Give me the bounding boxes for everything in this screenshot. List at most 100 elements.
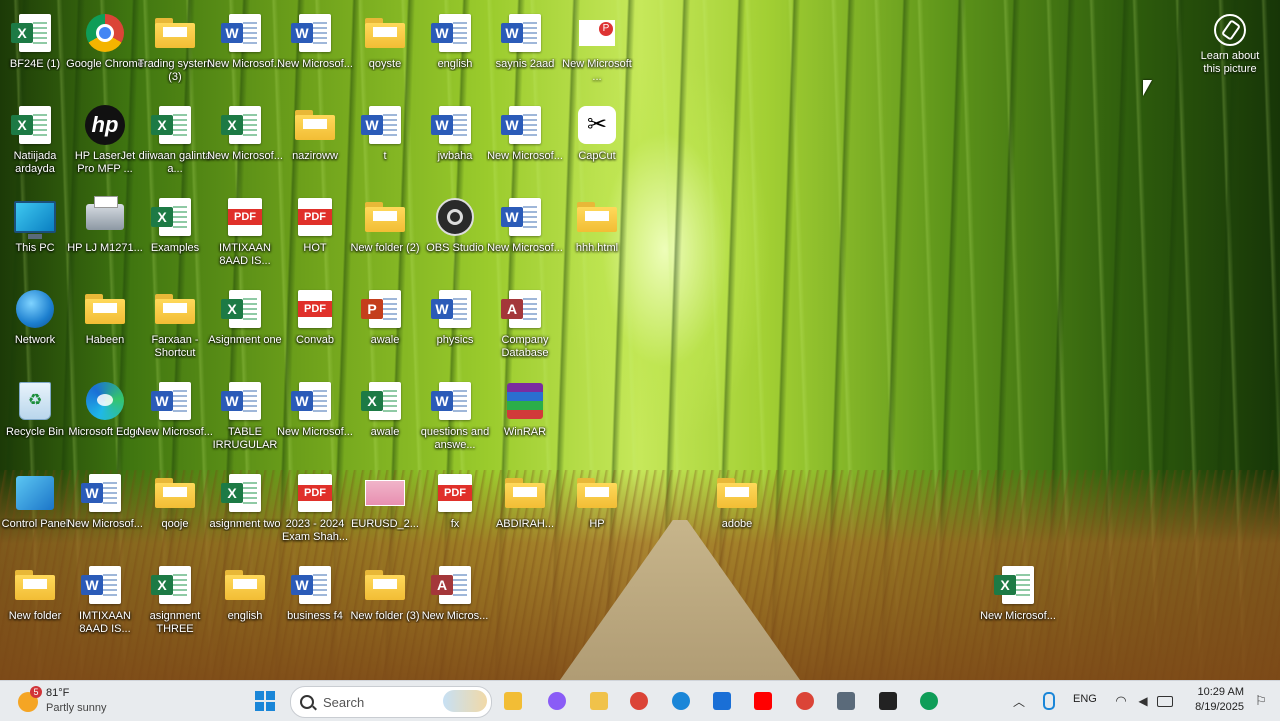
taskbar-chrome-2-button[interactable] [790,686,820,716]
taskbar-settings-button[interactable] [831,686,861,716]
desktop-icon[interactable]: Wenglish [420,6,490,94]
desktop-icon[interactable]: Habeen [70,282,140,370]
desktop-icon[interactable]: EURUSD_2... [350,466,420,554]
desktop-icon[interactable]: X Natiijada ardayda [0,98,70,186]
imgfile-icon [364,472,406,514]
desktop-icon[interactable]: New folder (2) [350,190,420,278]
desktop-icon[interactable]: PDF 2023 - 2024 Exam Shah... [280,466,350,554]
taskbar-explorer-button[interactable] [584,686,614,716]
start-button[interactable] [250,686,280,716]
taskbar-search[interactable]: Search [290,686,492,718]
desktop-icon[interactable]: HP LJ M1271... [67,190,143,278]
battery-button[interactable] [1150,686,1180,716]
language-indicator[interactable]: ENG [1073,693,1097,705]
desktop-icon[interactable]: PDF HOT [280,190,350,278]
desktop-icon[interactable]: A New Micros... [420,558,490,646]
taskbar: 5 81°F Partly sunny Search ︿ ENG ◠ ◀ 10:… [0,680,1280,721]
weather-alert-badge: 5 [30,686,42,698]
desktop-icon-label: New Micros... [421,610,489,622]
taskbar-edge-button[interactable] [666,686,696,716]
desktop-icon[interactable]: Google Chrome [66,6,144,94]
show-hidden-icons-button[interactable]: ︿ [1004,686,1034,716]
desktop-icon-label: awale [370,426,400,438]
desktop-icon[interactable]: hhh.html [562,190,632,278]
desktop-icon[interactable]: A Company Database [490,282,560,370]
desktop-icon[interactable]: qoyste [350,6,420,94]
desktop-icon[interactable]: OBS Studio [420,190,490,278]
taskbar-capcut-red-button[interactable] [873,686,903,716]
desktop-icon[interactable]: qooje [140,466,210,554]
desktop-icon[interactable]: Wbusiness f4 [280,558,350,646]
desktop-icon[interactable]: X Examples [140,190,210,278]
newfile-p-icon [576,12,618,54]
clock[interactable]: 10:29 AM 8/19/2025 [1180,685,1244,715]
desktop-icon[interactable]: ✂ CapCut [562,98,632,186]
desktop-icon[interactable]: Wquestions and answe... [420,374,490,462]
desktop-icon[interactable]: Xawale [350,374,420,462]
desktop-icon[interactable]: New folder (3) [350,558,420,646]
desktop-icon[interactable]: naziroww [280,98,350,186]
desktop-icon[interactable]: Xasignment two [210,466,280,554]
desktop-icon[interactable]: Trading system (3) [138,6,212,94]
desktop-icon[interactable]: HP [562,466,632,554]
desktop-icon[interactable]: PDF fx [420,466,490,554]
desktop-icon[interactable]: ABDIRAH... [490,466,560,554]
taskbar-copilot-button[interactable] [542,686,572,716]
desktop-icon[interactable]: Farxaan - Shortcut [140,282,210,370]
excel-icon: X [221,472,266,514]
desktop-icon[interactable]: Xasignment THREE [140,558,210,646]
folder-icon [576,472,618,514]
desktop-icon[interactable]: PDF Convab [280,282,350,370]
desktop-icon[interactable]: W IMTIXAAN 8AAD IS... [70,558,140,646]
desktop-icon[interactable]: english [210,558,280,646]
desktop-icon[interactable]: W New Microsof... [487,98,563,186]
desktop-icon[interactable]: adobe [702,466,772,554]
desktop-icon[interactable]: WinRAR [490,374,560,462]
folder-icon [84,288,126,330]
desktop-icon[interactable]: W New Microsof... [487,190,563,278]
desktop-icon[interactable]: Microsoft Edge [68,374,142,462]
desktop-icon[interactable]: W New Microsof... [207,6,283,94]
access-icon: A [501,288,546,330]
pdf-icon: PDF [294,196,336,238]
desktop-icon[interactable]: New folder [0,558,70,646]
desktop-icon[interactable]: Wphysics [420,282,490,370]
desktop-icon[interactable]: PDF IMTIXAAN 8AAD IS... [210,190,280,278]
desktop-icon[interactable]: Control Panel [0,466,70,554]
mouse-cursor-icon [1143,80,1152,96]
desktop-icon[interactable]: Wsaynis 2aad [490,6,560,94]
desktop-icon-label: asignment THREE [149,610,201,635]
desktop-icon[interactable]: Pawale [350,282,420,370]
pdf-icon: PDF [294,472,336,514]
desktop-icon[interactable]: W New Microsof... [277,6,353,94]
desktop-icon[interactable]: W TABLE IRRUGULAR [210,374,280,462]
pdf-icon: PDF [224,196,266,238]
taskbar-file-explorer-button[interactable] [498,686,528,716]
weather-widget[interactable]: 5 81°F Partly sunny [18,684,128,718]
desktop-icon[interactable]: X New Microsof... [207,98,283,186]
desktop-icon[interactable]: New Microsoft ... [562,6,632,94]
desktop-icon[interactable]: X BF24E (1) [0,6,70,94]
desktop-icon[interactable]: Wt [350,98,420,186]
taskbar-chrome-button[interactable] [624,686,654,716]
desktop-icon[interactable]: ♻ Recycle Bin [0,374,70,462]
desktop-icon[interactable]: Xdiiwaan galinta a... [139,98,211,186]
taskbar-store-button[interactable] [707,686,737,716]
desktop-icon[interactable]: This PC [0,190,70,278]
desktop-icon[interactable]: hp HP LaserJet Pro MFP ... [70,98,140,186]
taskbar-youtube-button[interactable] [748,686,778,716]
desktop-icon[interactable]: Network [0,282,70,370]
desktop-icon-label: Google Chrome [66,58,144,70]
taskbar-chrome-3-button[interactable] [914,686,944,716]
search-placeholder: Search [323,695,365,710]
desktop-icon[interactable]: X New Microsof... [980,558,1056,646]
desktop-icon[interactable]: W New Microsof... [137,374,213,462]
microphone-button[interactable] [1034,686,1064,716]
desktop-icon-label: New Microsof... [487,150,563,162]
desktop-icon[interactable]: Wjwbaha [420,98,490,186]
desktop-icon[interactable]: W New Microsof... [277,374,353,462]
notifications-button[interactable]: ⚐ [1246,686,1276,716]
learn-about-picture[interactable]: Learn about this picture [1192,12,1268,76]
desktop-icon[interactable]: W New Microsof... [67,466,143,554]
desktop-icon[interactable]: X Asignment one [208,282,282,370]
